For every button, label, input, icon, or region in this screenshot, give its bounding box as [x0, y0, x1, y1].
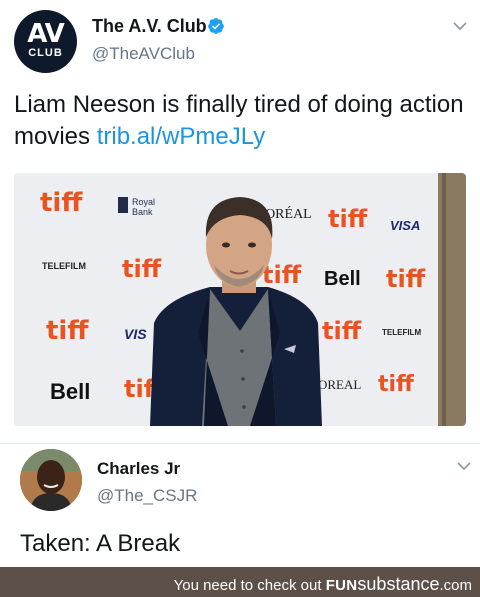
photo-illustration: tiff Royal Bank L'ORÉAL tiff VISA TELEFI…: [14, 173, 466, 426]
author-handle[interactable]: @The_CSJR: [97, 486, 197, 506]
watermark-brand-suffix: .com: [439, 577, 472, 594]
tweet-photo[interactable]: tiff Royal Bank L'ORÉAL tiff VISA TELEFI…: [14, 173, 466, 426]
backdrop-logo: TELEFILM: [382, 328, 421, 337]
author-name[interactable]: The A.V. Club: [92, 16, 207, 37]
avatar[interactable]: [20, 449, 82, 511]
tweet-text: Liam Neeson is finally tired of doing ac…: [14, 89, 464, 153]
watermark-brand-rest: substance: [357, 574, 440, 594]
chevron-down-icon[interactable]: [456, 458, 472, 474]
tweet-card: AV CLUB The A.V. Club @TheAVClub Liam Ne…: [0, 0, 480, 442]
reply-text: Taken: A Break: [20, 530, 181, 557]
backdrop-logo: OREAL: [318, 377, 361, 392]
watermark-bar: You need to check out FUNsubstance.com: [0, 567, 480, 597]
backdrop-logo: tiff: [40, 188, 83, 218]
backdrop-logo: VIS: [124, 326, 147, 342]
author-name[interactable]: Charles Jr: [97, 459, 180, 479]
backdrop-logo: tiff: [322, 317, 362, 345]
backdrop-logo: Royal: [132, 197, 155, 207]
reply-card: Charles Jr @The_CSJR Taken: A Break: [0, 443, 480, 565]
backdrop-logo: tif: [124, 375, 155, 403]
chevron-down-icon[interactable]: [452, 18, 468, 34]
tweet-link[interactable]: trib.al/wPmeJLy: [97, 123, 266, 150]
avatar-logo-text: AV: [27, 19, 64, 49]
backdrop-logo: Bell: [324, 268, 361, 290]
backdrop-logo: Bell: [50, 379, 90, 404]
watermark-prefix: You need to check out: [173, 577, 326, 594]
backdrop-logo: tiff: [328, 205, 368, 233]
backdrop-logo: tiff: [386, 265, 426, 293]
watermark-brand-bold: FUN: [325, 577, 358, 594]
author-handle[interactable]: @TheAVClub: [92, 44, 195, 64]
backdrop-logo: tiff: [262, 261, 302, 289]
backdrop-logo: TELEFILM: [42, 261, 86, 271]
backdrop-logo: tiff: [122, 255, 162, 283]
backdrop-logo: tiff: [378, 372, 415, 397]
avatar-logo-subtext: CLUB: [28, 47, 63, 59]
avatar[interactable]: AV CLUB: [14, 10, 77, 73]
backdrop-logo: Bank: [132, 207, 153, 217]
watermark-text: You need to check out FUNsubstance.com: [174, 574, 472, 595]
backdrop-logo: tiff: [46, 316, 89, 346]
avatar-photo: [20, 449, 82, 511]
backdrop-logo: VISA: [390, 218, 420, 233]
verified-badge-icon: [208, 18, 224, 34]
